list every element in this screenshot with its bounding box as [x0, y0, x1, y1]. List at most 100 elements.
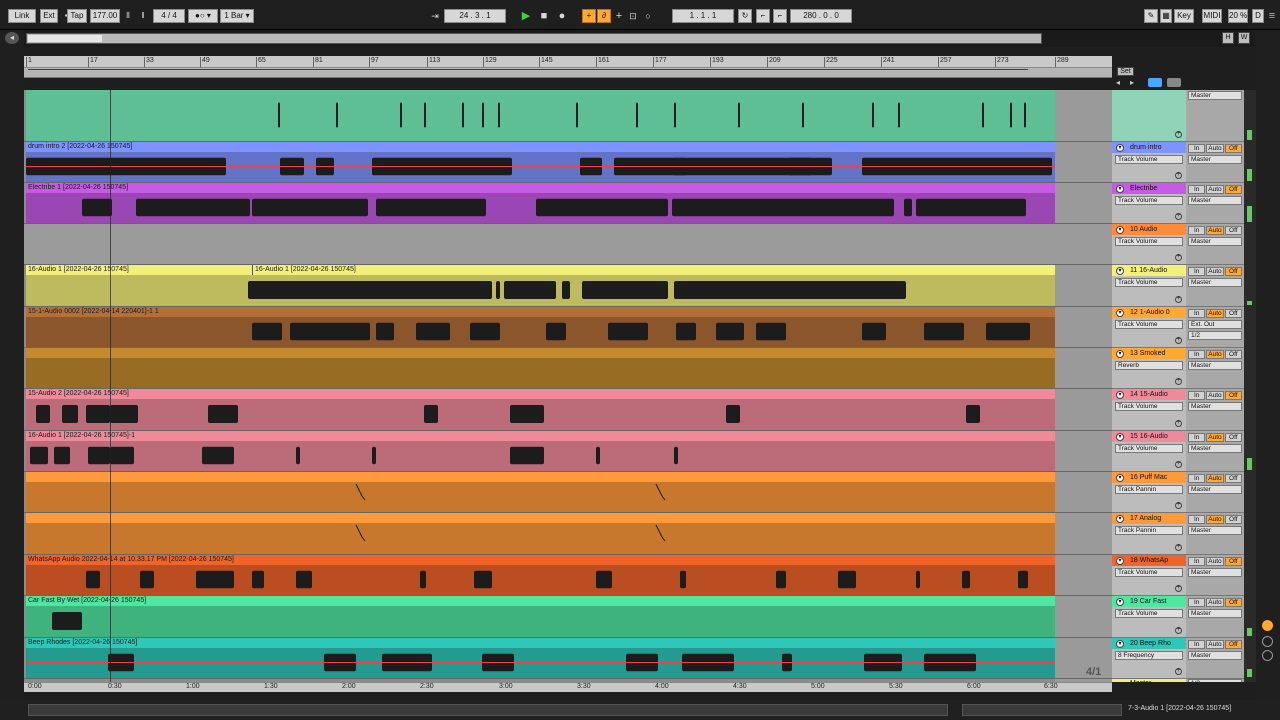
master-output-select[interactable]: 1/2 — [1188, 679, 1242, 682]
audio-clip[interactable] — [26, 472, 1055, 512]
add-lane-icon[interactable]: + — [1175, 461, 1182, 468]
automation-parameter-select[interactable]: Reverb — [1115, 361, 1183, 370]
arrangement-overview[interactable] — [24, 31, 1254, 47]
clip-title[interactable]: drum intro 2 [2022-04-26 150745] — [26, 142, 1055, 152]
monitor-auto-button[interactable]: Auto — [1206, 144, 1224, 153]
monitor-off-button[interactable]: Off — [1224, 474, 1242, 483]
audio-clip[interactable]: Beep Rhodes [2022-04-26 150745] — [26, 638, 1055, 678]
draw-mode-icon[interactable]: ✎ — [1144, 9, 1158, 23]
automation-parameter-select[interactable]: Track Volume — [1115, 444, 1183, 453]
monitor-in-button[interactable]: In — [1188, 515, 1206, 524]
fold-icon[interactable]: ▾ — [1116, 267, 1124, 275]
key-map-button[interactable]: Key — [1174, 9, 1194, 23]
monitor-auto-button[interactable]: Auto — [1206, 474, 1224, 483]
punch-in-button[interactable]: ⌐ — [756, 9, 770, 23]
track-lane[interactable] — [24, 224, 1112, 265]
output-select[interactable]: Master — [1188, 402, 1242, 411]
fold-tracks-icon[interactable] — [1167, 78, 1181, 87]
overdub-button[interactable]: + — [582, 9, 596, 23]
track-header[interactable]: ▾ 19 Car Fast Track Volume + — [1112, 596, 1186, 638]
tap-tempo-button[interactable]: Tap — [67, 9, 87, 23]
follow-icon[interactable]: ⇥ — [428, 9, 442, 23]
set-locator-button[interactable]: Set — [1117, 67, 1134, 76]
audio-clip[interactable]: WhatsApp Audio 2022-04-14 at 10.33.17 PM… — [26, 555, 1055, 595]
monitor-in-button[interactable]: In — [1188, 226, 1206, 235]
add-lane-icon[interactable]: + — [1175, 254, 1182, 261]
monitor-off-button[interactable]: Off — [1224, 267, 1242, 276]
arrangement-view[interactable]: drum intro 2 [2022-04-26 150745] Electrib… — [24, 90, 1112, 682]
track-name[interactable]: ▾ 18 WhatsAp — [1112, 555, 1186, 566]
scroll-indicator-icon[interactable] — [1262, 620, 1273, 631]
audio-clip[interactable]: 16-Audio 1 [2022-04-26 150745]-1 — [26, 431, 1055, 471]
monitor-in-button[interactable]: In — [1188, 598, 1206, 607]
overview-strip[interactable] — [26, 33, 1042, 44]
add-lane-icon[interactable]: + — [1175, 172, 1182, 179]
add-lane-icon[interactable]: + — [1175, 131, 1182, 138]
monitor-off-button[interactable]: Off — [1224, 515, 1242, 524]
track-name[interactable]: ▾ Electribe — [1112, 183, 1186, 194]
track-header[interactable]: ▾ 18 WhatsAp Track Volume + — [1112, 555, 1186, 596]
output-select[interactable]: Master — [1188, 155, 1242, 164]
output-select[interactable]: Master — [1188, 444, 1242, 453]
nudge-icon[interactable]: ⦀ — [121, 9, 135, 23]
loop-switch[interactable]: ↻ — [738, 9, 752, 23]
track-header[interactable]: ▾ 15 16-Audio Track Volume + — [1112, 431, 1186, 472]
monitor-off-button[interactable]: Off — [1224, 391, 1242, 400]
master-track-header[interactable]: Master — [1112, 679, 1186, 682]
track-lane[interactable]: Electribe 1 [2022-04-26 150745] — [24, 183, 1112, 224]
automation-parameter-select[interactable]: Track Volume — [1115, 237, 1183, 246]
audio-clip[interactable]: Car Fast By Wet [2022-04-26 150745] — [26, 596, 1055, 637]
fold-icon[interactable]: ▾ — [1116, 598, 1124, 606]
punch-out-button[interactable]: ⌐ — [773, 9, 787, 23]
track-lane[interactable] — [24, 472, 1112, 513]
monitor-in-button[interactable]: In — [1188, 267, 1206, 276]
track-lane[interactable]: WhatsApp Audio 2022-04-14 at 10.33.17 PM… — [24, 555, 1112, 596]
monitor-off-button[interactable]: Off — [1224, 557, 1242, 566]
output-select[interactable]: Master — [1188, 91, 1242, 100]
track-name[interactable]: ▾ drum intro — [1112, 142, 1186, 153]
clip-title[interactable]: 15-Audio 2 [2022-04-26 150745] — [26, 389, 1055, 399]
fold-icon[interactable]: ▾ — [1116, 515, 1124, 523]
monitor-in-button[interactable]: In — [1188, 185, 1206, 194]
song-position-field[interactable]: 24 . 3 . 1 — [444, 9, 506, 23]
track-lane[interactable]: 15-1-Audio 0002 [2022-04-14 220401]-1 1 — [24, 307, 1112, 348]
track-header[interactable]: ▾ 17 Analog Track Pannin + — [1112, 513, 1186, 555]
menu-icon[interactable]: ≡ — [1265, 9, 1279, 23]
track-lane[interactable]: 16-Audio 1 [2022-04-26 150745]-1 — [24, 431, 1112, 472]
output-select[interactable]: Master — [1188, 526, 1242, 535]
optimize-width-button[interactable]: W — [1238, 32, 1250, 44]
add-lane-icon[interactable]: + — [1175, 544, 1182, 551]
clip-title[interactable] — [26, 472, 1055, 482]
fold-icon[interactable]: ▾ — [1116, 309, 1124, 317]
fold-icon[interactable]: ▾ — [1116, 144, 1124, 152]
output-select[interactable]: Master — [1188, 237, 1242, 246]
automation-parameter-select[interactable]: Track Volume — [1115, 278, 1183, 287]
loop-brace-bar[interactable] — [24, 68, 1112, 78]
output-select[interactable]: Master — [1188, 609, 1242, 618]
clip-title[interactable] — [26, 513, 1055, 523]
monitor-auto-button[interactable]: Auto — [1206, 350, 1224, 359]
overview-visible-region[interactable] — [28, 35, 102, 42]
monitor-auto-button[interactable]: Auto — [1206, 598, 1224, 607]
track-lane[interactable]: 15-Audio 2 [2022-04-26 150745] — [24, 389, 1112, 431]
audio-clip[interactable] — [26, 348, 1055, 388]
monitor-in-button[interactable]: In — [1188, 350, 1206, 359]
track-name[interactable]: ▾ 13 Smoked — [1112, 348, 1186, 359]
monitor-in-button[interactable]: In — [1188, 144, 1206, 153]
clip-title[interactable]: 15-1-Audio 0002 [2022-04-14 220401]-1 1 — [26, 307, 1055, 317]
quantize-menu[interactable]: 1 Bar ▾ — [220, 9, 254, 23]
automation-parameter-select[interactable]: Track Volume — [1115, 320, 1183, 329]
beat-time-ruler[interactable]: 1 17 33 49 65 81 97 113 129 145 161 177 193 209 225 241… — [24, 56, 1112, 68]
track-header[interactable]: ▾ 20 Beep Rho 8 Frequency + — [1112, 638, 1186, 679]
track-name[interactable]: ▾ 20 Beep Rho — [1112, 638, 1186, 649]
track-lane[interactable]: Car Fast By Wet [2022-04-26 150745] — [24, 596, 1112, 638]
automation-mode-icon[interactable] — [1148, 78, 1162, 87]
audio-clip[interactable] — [26, 513, 1055, 554]
monitor-in-button[interactable]: In — [1188, 433, 1206, 442]
monitor-off-button[interactable]: Off — [1224, 144, 1242, 153]
midi-map-button[interactable]: MIDI — [1202, 9, 1222, 23]
output-select[interactable]: Ext. Out — [1188, 320, 1242, 329]
next-locator-icon[interactable]: ▸ — [1130, 78, 1140, 87]
track-name[interactable]: ▾ 15 16-Audio — [1112, 431, 1186, 442]
capture-icon[interactable]: ⊡ — [626, 9, 640, 23]
